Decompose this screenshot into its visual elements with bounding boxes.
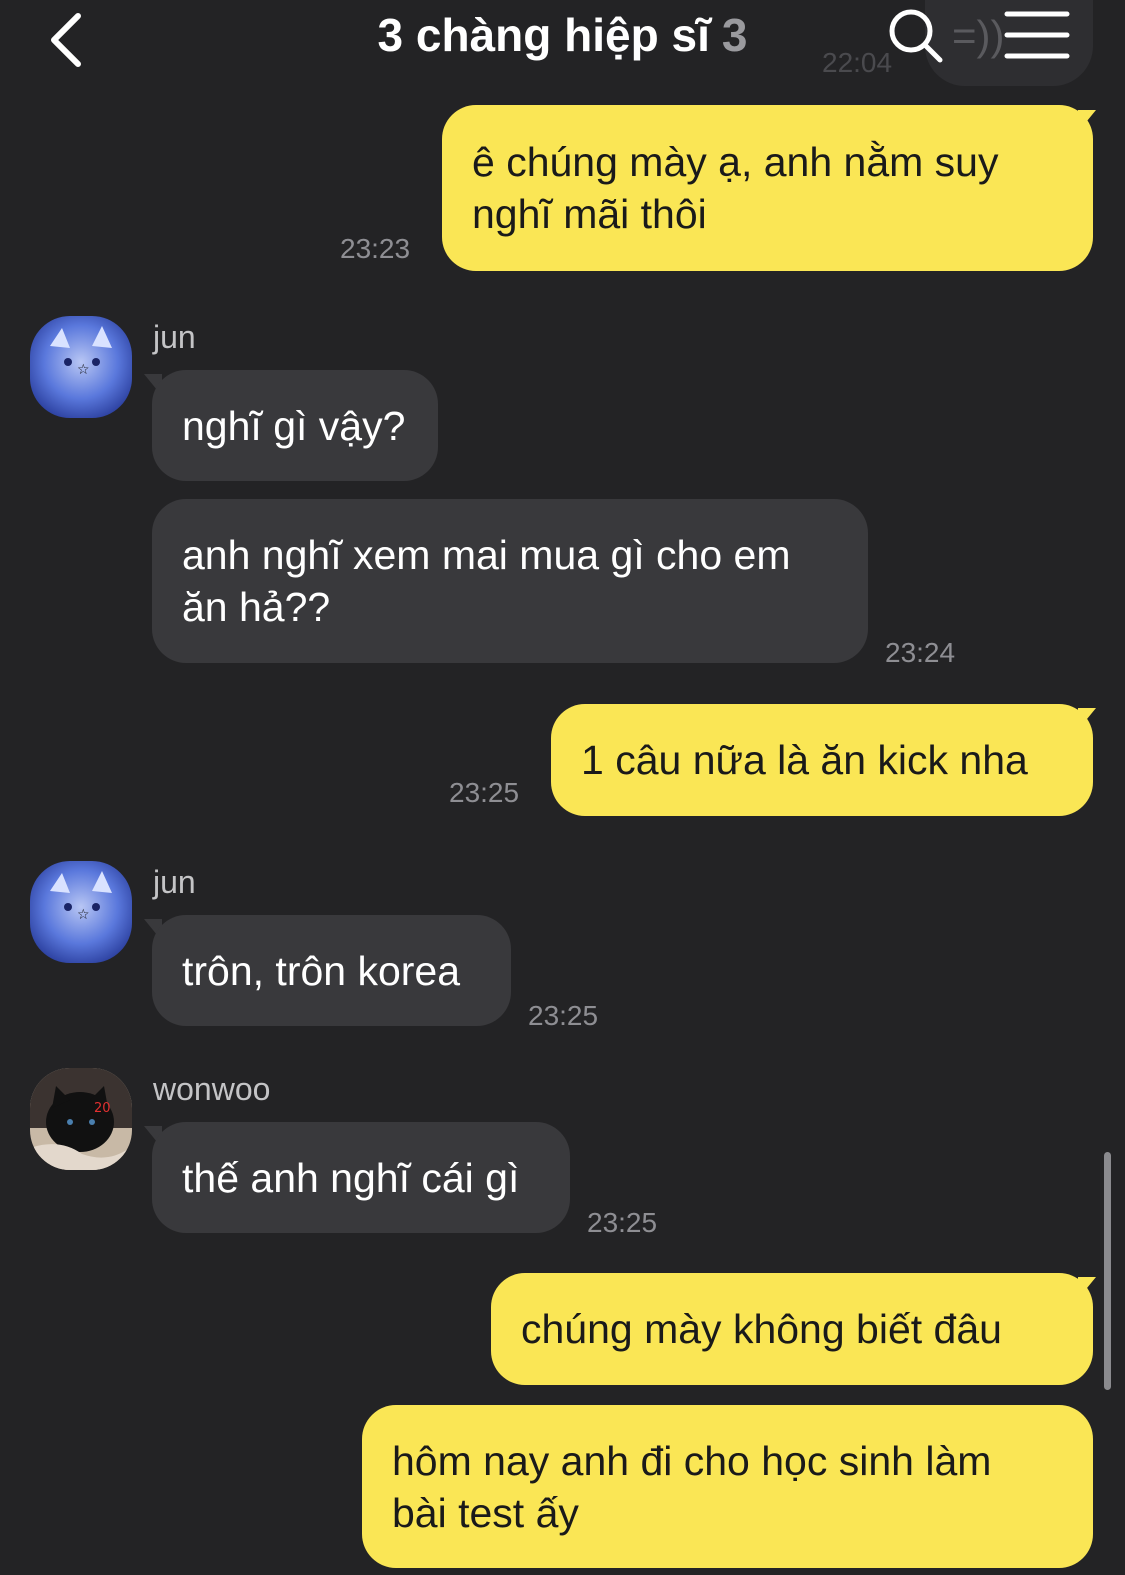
my-message-bubble[interactable]: hôm nay anh đi cho học sinh làm bài test…: [362, 1405, 1093, 1568]
sender-name: jun: [153, 864, 196, 900]
message-text-line: 1 câu nữa là ăn kick nha: [581, 737, 1028, 783]
member-count: 3: [721, 9, 748, 61]
avatar-wonwoo[interactable]: 20: [30, 1068, 132, 1170]
their-message-bubble[interactable]: anh nghĩ xem mai mua gì cho em ăn hả??: [152, 499, 868, 663]
message-text-line: thế anh nghĩ cái gì: [182, 1154, 520, 1201]
avatar-jun[interactable]: ☆: [30, 861, 132, 963]
message-text-line: nghĩ gì vậy?: [182, 402, 406, 449]
svg-text:☆: ☆: [77, 907, 90, 923]
message-text-line: hôm nay anh đi cho học sinh làm: [392, 1437, 992, 1484]
cat-avatar-image: ☆: [30, 861, 132, 963]
my-message-bubble[interactable]: ê chúng mày ạ, anh nằm suy nghĩ mãi thôi: [442, 105, 1093, 271]
svg-text:20: 20: [94, 1101, 111, 1116]
message-time: 23:25: [587, 1207, 658, 1238]
message-time: 23:23: [340, 233, 411, 264]
message-text-line: anh nghĩ xem mai mua gì cho em: [182, 532, 791, 578]
my-message-bubble[interactable]: 1 câu nữa là ăn kick nha: [551, 704, 1093, 816]
message-time: 23:25: [449, 777, 520, 808]
sender-name: wonwoo: [153, 1071, 271, 1107]
message-time: 23:24: [885, 637, 956, 668]
black-cat-avatar-image: 20: [30, 1068, 132, 1170]
svg-text:☆: ☆: [77, 362, 90, 378]
avatar-jun[interactable]: ☆: [30, 316, 132, 418]
hamburger-menu-icon: [1004, 11, 1070, 59]
message-text-line: ăn hả??: [182, 584, 331, 630]
message-text-line: trôn, trôn korea: [182, 947, 461, 994]
their-message-bubble[interactable]: nghĩ gì vậy?: [152, 370, 438, 481]
message-text-line: nghĩ mãi thôi: [472, 191, 707, 237]
search-icon: [889, 9, 943, 63]
sender-name: jun: [153, 319, 196, 355]
chat-title-text: 3 chàng hiệp sĩ: [377, 9, 710, 61]
message-text-line: ê chúng mày ạ, anh nằm suy: [472, 139, 999, 185]
scrollbar[interactable]: [1104, 1152, 1111, 1390]
cat-avatar-image: ☆: [30, 316, 132, 418]
their-message-bubble[interactable]: trôn, trôn korea: [152, 915, 511, 1026]
their-message-bubble[interactable]: thế anh nghĩ cái gì: [152, 1122, 570, 1233]
my-message-bubble[interactable]: chúng mày không biết đâu: [491, 1273, 1093, 1385]
chat-title: 3 chàng hiệp sĩ 3: [0, 8, 1125, 62]
message-text-line: bài test ấy: [392, 1489, 579, 1536]
message-text-line: chúng mày không biết đâu: [521, 1306, 1002, 1352]
message-time: 23:25: [528, 1000, 599, 1031]
menu-button[interactable]: [1004, 8, 1070, 62]
search-button[interactable]: [886, 6, 946, 66]
